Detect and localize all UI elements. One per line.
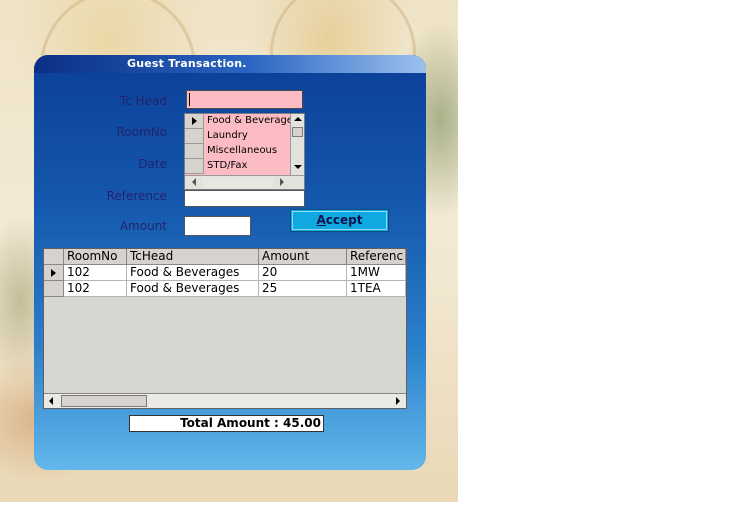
tc-head-label: Tc Head: [119, 94, 167, 108]
amount-label: Amount: [119, 219, 167, 233]
table-cell[interactable]: Food & Beverages: [127, 281, 259, 297]
scroll-right-icon[interactable]: [396, 397, 400, 405]
current-row-icon: [192, 117, 197, 125]
row-selector[interactable]: [185, 159, 204, 174]
tc-head-input[interactable]: [186, 90, 303, 109]
transactions-grid[interactable]: RoomNo TcHead Amount Referenc 102 Food &…: [43, 248, 407, 409]
accept-button[interactable]: Accept: [290, 209, 389, 232]
row-selector[interactable]: [185, 144, 204, 159]
room-no-label: RoomNo: [116, 125, 168, 139]
tc-head-dropdown-list[interactable]: Food & Beverages Laundry Miscellaneous S…: [184, 113, 305, 190]
grid-horizontal-scrollbar[interactable]: [44, 393, 406, 408]
dropdown-item[interactable]: STD/Fax: [185, 159, 290, 174]
row-selector[interactable]: [44, 281, 64, 297]
table-cell[interactable]: 1TEA: [347, 281, 406, 297]
column-header-tc-head[interactable]: TcHead: [127, 249, 259, 265]
scroll-left-icon[interactable]: [192, 178, 196, 186]
dropdown-item[interactable]: Miscellaneous: [185, 144, 290, 159]
total-amount-display: Total Amount : 45.00: [129, 415, 324, 432]
table-cell[interactable]: 20: [259, 265, 347, 281]
dropdown-item-label: Miscellaneous: [207, 145, 278, 156]
scroll-down-icon[interactable]: [294, 165, 302, 169]
dropdown-vertical-scrollbar[interactable]: [290, 114, 304, 175]
scroll-thumb[interactable]: [203, 177, 273, 188]
reference-input[interactable]: [184, 190, 305, 207]
reference-label: Reference: [106, 189, 167, 203]
column-header-amount[interactable]: Amount: [259, 249, 347, 265]
scroll-thumb[interactable]: [61, 395, 147, 407]
window-title: Guest Transaction.: [127, 57, 247, 70]
guest-transaction-window: Guest Transaction. Tc Head RoomNo Date F…: [34, 55, 426, 470]
row-selector[interactable]: [44, 265, 64, 281]
text-caret: [189, 93, 190, 106]
table-cell[interactable]: 102: [64, 281, 127, 297]
accept-label: ccept: [325, 213, 363, 227]
scroll-right-icon[interactable]: [280, 178, 284, 186]
scroll-left-icon[interactable]: [49, 397, 53, 405]
accept-hotkey-letter: A: [316, 213, 326, 227]
current-row-icon: [51, 269, 56, 277]
table-cell[interactable]: 25: [259, 281, 347, 297]
title-bar[interactable]: Guest Transaction.: [34, 55, 426, 73]
grid-corner-header: [44, 249, 64, 265]
dropdown-item[interactable]: Laundry: [185, 129, 290, 144]
row-selector[interactable]: [185, 114, 204, 129]
dropdown-item-label: Laundry: [207, 130, 248, 141]
column-header-room-no[interactable]: RoomNo: [64, 249, 127, 265]
scroll-thumb[interactable]: [292, 127, 303, 137]
dropdown-item[interactable]: Food & Beverages: [185, 114, 298, 129]
date-label: Date: [138, 157, 167, 171]
table-cell[interactable]: Food & Beverages: [127, 265, 259, 281]
dropdown-item-label: Food & Beverages: [207, 115, 299, 126]
dropdown-item-label: STD/Fax: [207, 160, 248, 171]
amount-input[interactable]: [184, 216, 251, 236]
table-cell[interactable]: 1MW: [347, 265, 406, 281]
scroll-up-icon[interactable]: [294, 117, 302, 121]
row-selector[interactable]: [185, 129, 204, 144]
table-cell[interactable]: 102: [64, 265, 127, 281]
column-header-reference[interactable]: Referenc: [347, 249, 406, 265]
dropdown-horizontal-scrollbar[interactable]: [185, 175, 304, 189]
